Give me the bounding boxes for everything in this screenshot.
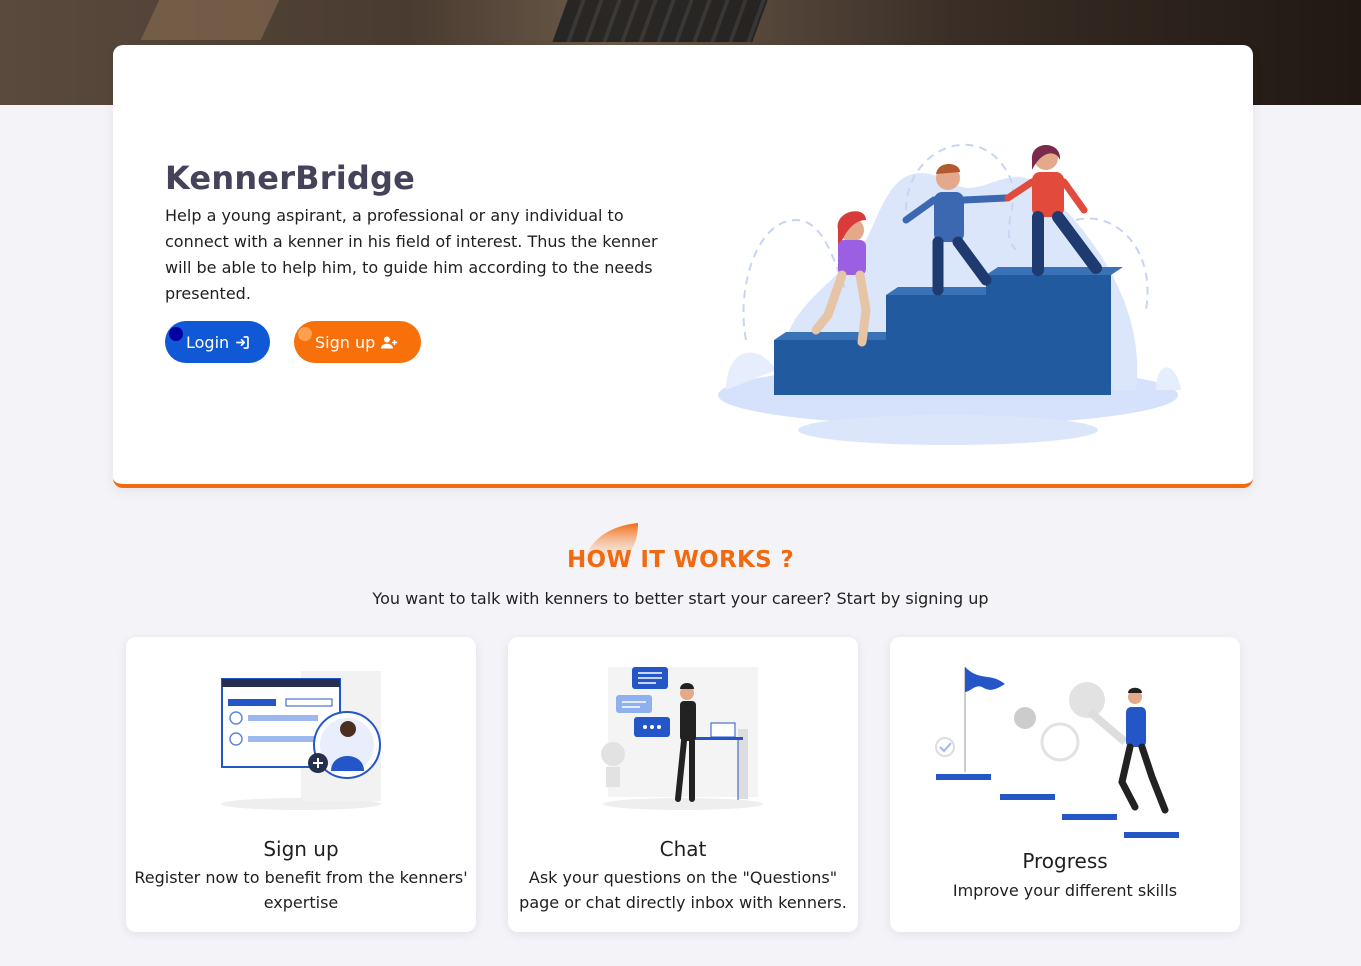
progress-illustration-icon [935, 667, 1179, 838]
how-it-works-title: HOW IT WORKS ? [566, 547, 794, 573]
chat-card-text: Ask your questions on the "Questions" pa… [519, 868, 847, 912]
keyboard-shape [552, 0, 768, 42]
user-plus-icon [381, 336, 398, 348]
how-it-works-subtitle: You want to talk with kenners to better … [372, 589, 989, 608]
chat-card: Chat Ask your questions on the "Question… [508, 637, 858, 932]
signup-button[interactable]: Sign up [294, 321, 421, 363]
signup-button-dot [298, 327, 312, 341]
signup-card: Sign up Register now to benefit from the… [126, 637, 476, 932]
progress-card-title: Progress [1022, 849, 1108, 873]
brand-title: KennerBridge [165, 159, 416, 197]
signup-illustration-icon [221, 671, 381, 810]
login-button[interactable]: Login [165, 321, 270, 363]
login-icon [236, 335, 249, 349]
signup-button-label: Sign up [315, 332, 376, 352]
signup-card-title: Sign up [263, 837, 339, 861]
progress-card: Progress Improve your different skills [890, 637, 1240, 932]
chat-illustration-icon [601, 667, 763, 810]
desk-shape [140, 0, 280, 40]
chat-card-title: Chat [659, 837, 707, 861]
login-button-label: Login [186, 332, 230, 352]
progress-card-text: Improve your different skills [952, 881, 1178, 900]
login-button-dot [169, 327, 183, 341]
signup-card-text: Register now to benefit from the kenners… [134, 868, 468, 912]
teamwork-illustration [718, 143, 1181, 445]
brand-description: Help a young aspirant, a professional or… [165, 206, 658, 303]
hero-card: KennerBridge Help a young aspirant, a pr… [113, 45, 1253, 488]
